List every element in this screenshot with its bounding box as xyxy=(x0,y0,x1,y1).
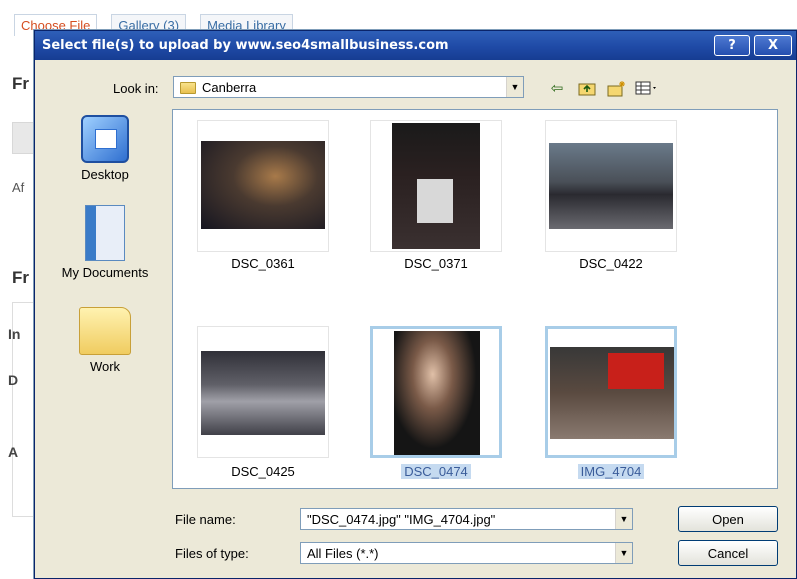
file-type-label: Files of type: xyxy=(175,546,249,561)
place-my-documents[interactable]: My Documents xyxy=(43,205,167,280)
file-thumbnail[interactable] xyxy=(545,120,677,252)
file-type-value: All Files (*.*) xyxy=(307,545,379,561)
poster-in-photo xyxy=(417,179,453,223)
place-label: My Documents xyxy=(61,265,149,280)
chevron-down-icon[interactable]: ▼ xyxy=(615,509,632,529)
desktop-icon xyxy=(81,115,129,163)
photo-thumbnail xyxy=(201,351,325,435)
file-name-label[interactable]: DSC_0422 xyxy=(531,256,691,271)
file-upload-dialog: Select file(s) to upload by www.seo4smal… xyxy=(34,30,797,579)
photo-thumbnail xyxy=(394,331,480,455)
my-documents-icon xyxy=(85,205,125,261)
file-type-dropdown[interactable]: All Files (*.*) ▼ xyxy=(300,542,633,564)
file-name-label[interactable]: DSC_0371 xyxy=(356,256,516,271)
file-name-value: "DSC_0474.jpg" "IMG_4704.jpg" xyxy=(307,511,496,527)
file-thumbnail-selected[interactable] xyxy=(545,326,677,458)
look-in-dropdown[interactable]: Canberra ▼ xyxy=(173,76,524,98)
new-folder-icon[interactable] xyxy=(605,77,629,99)
cancel-button[interactable]: Cancel xyxy=(678,540,778,566)
background-panel-label: A xyxy=(8,444,19,460)
file-name-label-selected[interactable]: DSC_0474 xyxy=(356,464,516,479)
places-bar: Desktop My Documents Work xyxy=(43,109,167,389)
chevron-down-icon[interactable]: ▼ xyxy=(615,543,632,563)
up-folder-icon[interactable] xyxy=(575,77,599,99)
dialog-title: Select file(s) to upload by www.seo4smal… xyxy=(42,38,449,53)
file-name-label: File name: xyxy=(175,512,236,527)
file-name-label[interactable]: DSC_0361 xyxy=(183,256,343,271)
file-list-view[interactable]: DSC_0361 DSC_0371 DSC_0422 DSC_0425 DSC_… xyxy=(172,109,778,489)
file-name-label-selected[interactable]: IMG_4704 xyxy=(531,464,691,479)
file-thumbnail[interactable] xyxy=(370,120,502,252)
look-in-value: Canberra xyxy=(202,79,257,95)
back-icon[interactable]: ⇦ xyxy=(545,77,569,99)
open-button[interactable]: Open xyxy=(678,506,778,532)
flag-in-photo xyxy=(608,353,664,389)
place-desktop[interactable]: Desktop xyxy=(43,115,167,182)
photo-thumbnail xyxy=(549,143,673,229)
help-button[interactable]: ? xyxy=(714,35,750,56)
background-button[interactable] xyxy=(12,122,36,154)
background-heading-2: Fr xyxy=(12,268,29,287)
place-label: Work xyxy=(89,359,121,374)
view-menu-icon[interactable] xyxy=(635,77,659,99)
file-thumbnail[interactable] xyxy=(197,120,329,252)
background-heading: Fr xyxy=(12,74,29,93)
background-panel-label: In xyxy=(8,326,21,342)
dialog-toolbar: ⇦ xyxy=(545,77,659,99)
look-in-label: Look in: xyxy=(113,81,159,96)
folder-icon xyxy=(79,307,131,355)
background-text: Af xyxy=(12,180,25,195)
place-label: Desktop xyxy=(81,167,129,182)
folder-icon xyxy=(180,81,196,94)
file-name-label[interactable]: DSC_0425 xyxy=(183,464,343,479)
background-panel-label: D xyxy=(8,372,19,388)
photo-thumbnail xyxy=(201,141,325,229)
close-button[interactable]: X xyxy=(754,35,792,56)
file-thumbnail[interactable] xyxy=(197,326,329,458)
file-thumbnail-selected[interactable] xyxy=(370,326,502,458)
place-work[interactable]: Work xyxy=(43,307,167,374)
file-name-input[interactable]: "DSC_0474.jpg" "IMG_4704.jpg" ▼ xyxy=(300,508,633,530)
chevron-down-icon[interactable]: ▼ xyxy=(506,77,523,97)
dialog-titlebar[interactable]: Select file(s) to upload by www.seo4smal… xyxy=(35,31,796,60)
